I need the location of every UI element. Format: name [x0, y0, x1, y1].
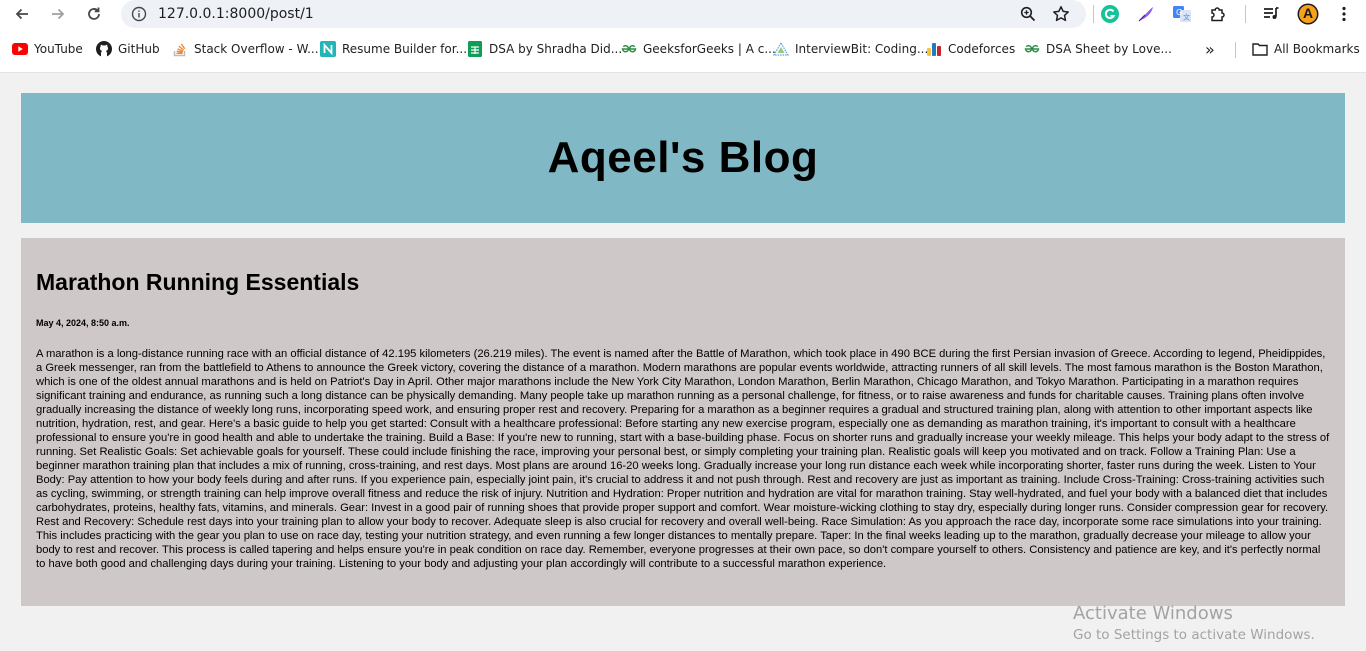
address-bar[interactable]: 127.0.0.1:8000/post/1 [121, 0, 1086, 28]
bookmark-label: GeeksforGeeks | A c... [643, 42, 776, 56]
profile-initial: A [1302, 5, 1314, 21]
media-list-icon [1264, 7, 1279, 19]
post-body: A marathon is a long-distance running ra… [36, 348, 1330, 570]
bookmark-dsa-sheet-love[interactable]: DSA Sheet by Love... [1024, 40, 1172, 58]
all-bookmarks-button[interactable]: All Bookmarks [1252, 40, 1360, 58]
url-text[interactable]: 127.0.0.1:8000/post/1 [158, 6, 314, 22]
bookmarks-divider [1235, 42, 1236, 58]
toolbar-divider [1245, 5, 1246, 23]
bookmark-github[interactable]: GitHub [96, 40, 160, 58]
bookmark-label: Codeforces [948, 42, 1016, 56]
bookmark-star-button[interactable] [1049, 2, 1073, 26]
watermark-subtitle: Go to Settings to activate Windows. [1073, 627, 1315, 643]
feather-pen-icon [1138, 7, 1153, 22]
bookmark-label: Resume Builder for... [342, 42, 468, 56]
bookmark-dsa-shradha[interactable]: DSA by Shradha Did... [467, 40, 622, 58]
browser-toolbar: 127.0.0.1:8000/post/1 G文 A [0, 0, 1366, 29]
chevron-double-right-icon: » [1205, 39, 1215, 59]
post-card: Marathon Running Essentials May 4, 2024,… [21, 238, 1345, 606]
bookmark-youtube[interactable]: YouTube [12, 40, 83, 58]
geeksforgeeks-icon [1024, 41, 1040, 57]
toolbar-divider [1093, 5, 1094, 23]
back-arrow-icon [15, 8, 28, 20]
extensions-button[interactable] [1207, 3, 1229, 25]
translate-icon: G文 [1173, 6, 1191, 22]
all-bookmarks-label: All Bookmarks [1274, 42, 1360, 56]
post-date: May 4, 2024, 8:50 a.m. [36, 318, 130, 328]
zoom-button[interactable] [1016, 2, 1040, 26]
bookmark-resume-builder[interactable]: Resume Builder for... [320, 40, 467, 58]
forward-arrow-icon [52, 8, 65, 20]
reload-button[interactable] [82, 2, 106, 26]
activate-windows-watermark: Activate Windows Go to Settings to activ… [1073, 603, 1315, 643]
blog-title[interactable]: Aqeel's Blog [548, 133, 819, 183]
site-info-icon[interactable] [131, 6, 147, 27]
translate-extension-button[interactable]: G文 [1171, 3, 1193, 25]
youtube-icon [12, 41, 28, 57]
bookmark-label: InterviewBit: Coding... [795, 42, 929, 56]
stackoverflow-icon [172, 41, 188, 57]
back-button[interactable] [10, 2, 34, 26]
bookmark-label: DSA Sheet by Love... [1046, 42, 1172, 56]
bookmark-label: DSA by Shradha Did... [489, 42, 623, 56]
zoom-icon [1020, 6, 1036, 22]
resume-builder-icon [320, 41, 336, 57]
forward-button[interactable] [46, 2, 70, 26]
pen-extension-button[interactable] [1135, 3, 1157, 25]
watermark-title: Activate Windows [1073, 603, 1233, 624]
reload-icon [88, 7, 100, 20]
post-title: Marathon Running Essentials [36, 269, 360, 295]
folder-icon [1252, 41, 1268, 57]
bookmark-codeforces[interactable]: Codeforces [926, 40, 1015, 58]
bookmark-label: GitHub [118, 42, 160, 56]
geeksforgeeks-icon [621, 41, 637, 57]
reading-list-button[interactable] [1260, 3, 1282, 25]
svg-text:文: 文 [1183, 13, 1190, 22]
interviewbit-icon [773, 41, 789, 57]
bookmark-label: YouTube [34, 42, 83, 56]
codeforces-icon [926, 41, 942, 57]
more-vertical-icon [1342, 6, 1346, 22]
browser-menu-button[interactable] [1333, 3, 1355, 25]
svg-text:G: G [1176, 8, 1182, 17]
bookmark-geeksforgeeks[interactable]: GeeksforGeeks | A c... [621, 40, 776, 58]
puzzle-piece-icon [1211, 7, 1225, 22]
bookmark-stack-overflow[interactable]: Stack Overflow - W... [172, 40, 319, 58]
bookmark-label: Stack Overflow - W... [194, 42, 319, 56]
profile-avatar-button[interactable]: A [1297, 3, 1319, 25]
blog-header: Aqeel's Blog [21, 93, 1345, 223]
bookmark-interviewbit[interactable]: InterviewBit: Coding... [773, 40, 928, 58]
star-icon [1053, 6, 1069, 22]
github-icon [96, 41, 112, 57]
grammarly-extension-button[interactable] [1099, 3, 1121, 25]
bookmarks-bar: YouTube GitHub Stack Overflow - W... Res… [0, 29, 1366, 73]
grammarly-icon [1101, 5, 1119, 23]
sheets-icon [467, 41, 483, 57]
more-bookmarks-button[interactable]: » [1205, 39, 1215, 59]
